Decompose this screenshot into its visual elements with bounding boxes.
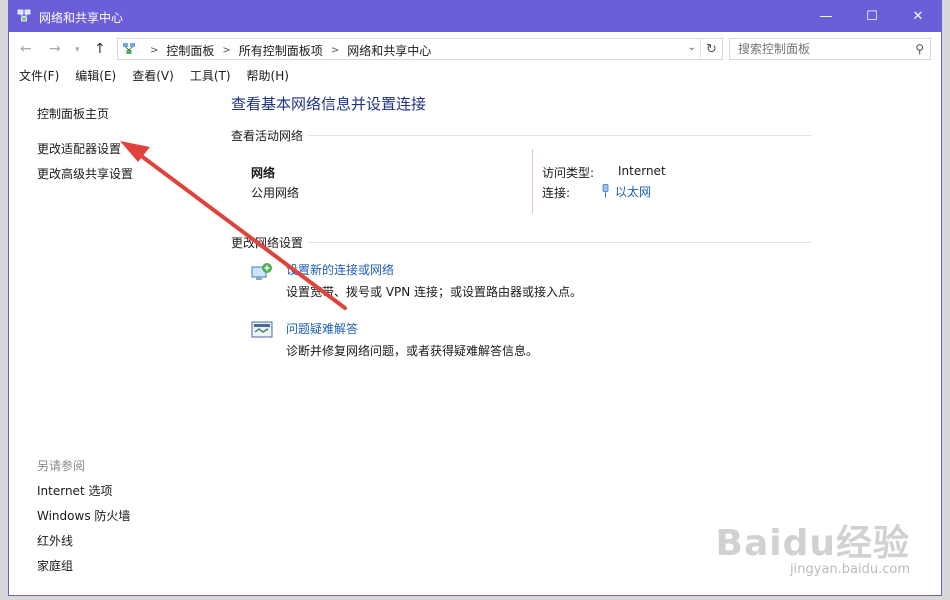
up-button[interactable]: ↑ xyxy=(94,41,106,57)
menu-tools[interactable]: 工具(T) xyxy=(190,67,231,89)
breadcrumb-item-all-items[interactable]: 所有控制面板项 xyxy=(239,42,323,59)
ethernet-icon xyxy=(602,184,609,198)
sidebar: 控制面板主页 更改适配器设置 更改高级共享设置 另请参阅 Internet 选项… xyxy=(9,89,222,595)
ethernet-connection-link[interactable]: 以太网 xyxy=(602,183,651,200)
back-button[interactable]: ← xyxy=(20,41,32,57)
see-also-homegroup[interactable]: 家庭组 xyxy=(37,557,73,574)
sidebar-item-change-adapter-settings[interactable]: 更改适配器设置 xyxy=(37,140,121,157)
title-bar[interactable]: 网络和共享中心 — ☐ ✕ xyxy=(9,1,941,32)
breadcrumb-item-network-center[interactable]: 网络和共享中心 xyxy=(347,42,431,59)
window: 网络和共享中心 — ☐ ✕ ← → ▾ ↑ > 控制面板 > 所有控制面板项 >… xyxy=(8,0,942,596)
address-row: ← → ▾ ↑ > 控制面板 > 所有控制面板项 > 网络和共享中心 ⌄ ↻ 搜… xyxy=(9,33,941,65)
breadcrumb: > 控制面板 > 所有控制面板项 > 网络和共享中心 xyxy=(142,42,431,59)
section-divider xyxy=(308,242,811,243)
minimize-button[interactable]: — xyxy=(803,1,849,32)
network-type: 公用网络 xyxy=(251,186,300,200)
maximize-button[interactable]: ☐ xyxy=(849,1,895,32)
network-name: 网络 xyxy=(251,166,276,180)
menu-edit[interactable]: 编辑(E) xyxy=(75,67,116,89)
section-divider xyxy=(308,135,811,136)
access-type-label: 访问类型: xyxy=(542,166,595,180)
menu-view[interactable]: 查看(V) xyxy=(132,67,174,89)
search-icon[interactable]: ⚲ xyxy=(915,42,924,56)
watermark-brand: Baidu经验 xyxy=(715,523,910,564)
close-button[interactable]: ✕ xyxy=(895,1,941,32)
breadcrumb-separator: > xyxy=(150,45,159,56)
breadcrumb-item-control-panel[interactable]: 控制面板 xyxy=(166,42,214,59)
connections-label: 连接: xyxy=(542,186,571,200)
menu-file[interactable]: 文件(F) xyxy=(19,67,59,89)
sidebar-item-change-advanced-sharing[interactable]: 更改高级共享设置 xyxy=(37,165,133,182)
address-bar[interactable]: > 控制面板 > 所有控制面板项 > 网络和共享中心 ⌄ ↻ xyxy=(117,38,723,60)
access-type-value: Internet xyxy=(618,164,666,178)
search-input[interactable] xyxy=(738,41,898,57)
ethernet-connection-label[interactable]: 以太网 xyxy=(615,185,651,199)
network-center-icon xyxy=(17,9,31,22)
active-networks-title: 查看活动网络 xyxy=(231,129,304,143)
see-also-infrared[interactable]: 红外线 xyxy=(37,532,73,549)
troubleshoot-description: 诊断并修复网络问题，或者获得疑难解答信息。 xyxy=(286,344,539,358)
menu-help[interactable]: 帮助(H) xyxy=(247,67,289,89)
refresh-button[interactable]: ↻ xyxy=(700,39,722,59)
troubleshoot-problems-link[interactable]: 问题疑难解答 xyxy=(286,320,358,337)
setup-new-connection-description: 设置宽带、拨号或 VPN 连接；或设置路由器或接入点。 xyxy=(286,285,583,299)
recent-locations-chevron-icon[interactable]: ▾ xyxy=(75,45,80,55)
window-title: 网络和共享中心 xyxy=(39,11,124,25)
new-connection-icon xyxy=(251,263,272,280)
sidebar-item-control-panel-home[interactable]: 控制面板主页 xyxy=(37,105,109,122)
setup-new-connection-link[interactable]: 设置新的连接或网络 xyxy=(286,261,394,278)
address-dropdown-icon[interactable]: ⌄ xyxy=(688,42,696,53)
see-also-windows-firewall[interactable]: Windows 防火墙 xyxy=(37,507,130,524)
baidu-watermark: Baidu经验 jingyan.baidu.com xyxy=(716,514,910,577)
see-also-internet-options[interactable]: Internet 选项 xyxy=(37,482,112,499)
page-title: 查看基本网络信息并设置连接 xyxy=(231,95,427,113)
breadcrumb-separator: > xyxy=(330,45,340,56)
troubleshoot-icon xyxy=(251,321,273,338)
search-box[interactable]: ⚲ xyxy=(729,38,931,60)
forward-button[interactable]: → xyxy=(49,41,61,57)
control-panel-icon xyxy=(123,43,135,54)
see-also-heading: 另请参阅 xyxy=(37,459,86,473)
change-settings-title: 更改网络设置 xyxy=(231,236,304,250)
network-info-divider xyxy=(532,149,533,213)
menu-bar: 文件(F) 编辑(E) 查看(V) 工具(T) 帮助(H) xyxy=(9,67,941,89)
breadcrumb-separator: > xyxy=(222,45,231,56)
